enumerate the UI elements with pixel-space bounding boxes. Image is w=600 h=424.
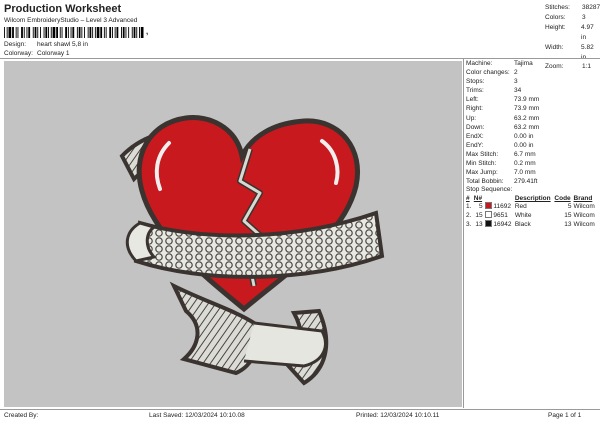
machine-properties: Machine: Tajima Color changes: 2 Stops: 3 T…	[466, 59, 598, 186]
row-color: 9651	[484, 211, 515, 220]
prop-max-jump: Max Jump: 7.0 mm	[466, 169, 536, 177]
stop-sequence-row: 3. 13 16942 Black 13 Wilcom	[466, 220, 598, 229]
row-brand: Wilcom	[573, 212, 595, 219]
stop-sequence-table: # N# Description Code Brand 1. 5 11692 Red…	[466, 195, 598, 229]
row-brand: Wilcom	[573, 203, 595, 210]
last-saved: Last Saved: 12/03/2024 10:10.08	[149, 412, 245, 419]
thread-number: 11692	[493, 203, 511, 210]
prop-color-changes: Color changes: 2	[466, 69, 518, 77]
col-index: #	[466, 195, 470, 202]
stop-sequence-row: 2. 15 9651 White 15 Wilcom	[466, 211, 598, 220]
row-description: White	[514, 212, 532, 219]
col-brand: Brand	[573, 195, 593, 202]
row-brand: Wilcom	[573, 221, 595, 228]
prop-machine: Machine: Tajima	[466, 60, 533, 67]
thread-number: 16942	[493, 221, 512, 228]
colorway-value: Colorway 1	[37, 50, 70, 57]
software-subtitle: Wilcom EmbroideryStudio – Level 3 Advanc…	[4, 17, 138, 24]
thread-number: 9651	[493, 212, 508, 219]
barcode-mark: ,	[146, 27, 149, 36]
stat-stitches: Stitches: 38287	[545, 4, 600, 11]
row-code: 15	[564, 212, 572, 219]
col-needle: N#	[473, 195, 483, 202]
row-description: Black	[514, 221, 531, 228]
created-by: Created By:	[4, 412, 39, 419]
col-code: Code	[554, 195, 571, 202]
prop-min-stitch: Min Stitch: 0.2 mm	[466, 160, 536, 168]
stat-height: Height: 4.97 in	[545, 23, 594, 41]
footer-divider	[0, 409, 600, 410]
thread-color-swatch	[484, 211, 492, 218]
prop-down: Down: 63.2 mm	[466, 123, 540, 131]
page-title: Production Worksheet	[4, 3, 122, 15]
design-label: Design:	[4, 41, 27, 48]
design-name-row: Design: heart shawl 5,8 in	[4, 41, 88, 48]
thread-color-swatch	[484, 202, 492, 209]
row-code: 5	[567, 203, 572, 210]
row-index: 3.	[466, 221, 472, 228]
row-code: 13	[564, 221, 572, 228]
column-divider	[463, 58, 464, 408]
stop-sequence-row: 1. 5 11692 Red 5 Wilcom	[466, 202, 598, 211]
row-description: Red	[514, 203, 527, 210]
prop-endx: EndX: 0.00 in	[466, 132, 534, 140]
printed-date: Printed: 12/03/2024 10:10.11	[356, 412, 440, 419]
row-needle: 13	[475, 221, 483, 228]
row-needle: 15	[475, 212, 483, 219]
prop-total-bobbin: Total Bobbin: 279.41ft	[466, 178, 538, 186]
col-color	[485, 195, 515, 202]
thread-color-swatch	[484, 220, 492, 227]
prop-endy: EndY: 0.00 in	[466, 141, 534, 149]
row-needle: 5	[478, 203, 483, 210]
prop-up: Up: 63.2 mm	[466, 114, 540, 122]
prop-left: Left: 73.9 mm	[466, 96, 540, 104]
colorway-row: Colorway: Colorway 1	[4, 50, 70, 57]
row-color: 11692	[484, 202, 515, 211]
page-number: Page 1 of 1	[548, 412, 582, 419]
prop-trims: Trims: 34	[466, 87, 522, 95]
prop-max-stitch: Max Stitch: 6.7 mm	[466, 150, 536, 158]
stat-colors: Colors: 3	[545, 13, 586, 21]
heart-shawl-embroidery	[119, 115, 385, 386]
row-color: 16942	[484, 220, 515, 229]
stop-sequence-header: # N# Description Code Brand	[466, 195, 598, 202]
barcode	[4, 27, 144, 38]
col-description: Description	[514, 195, 551, 202]
design-value: heart shawl 5,8 in	[37, 41, 88, 48]
colorway-label: Colorway:	[4, 50, 33, 57]
prop-stops: Stops: 3	[466, 78, 518, 86]
row-index: 2.	[466, 212, 472, 219]
row-index: 1.	[466, 203, 472, 210]
design-preview	[4, 61, 462, 407]
stop-sequence-title: Stop Sequence:	[466, 186, 513, 193]
prop-right: Right: 73.9 mm	[466, 105, 540, 113]
